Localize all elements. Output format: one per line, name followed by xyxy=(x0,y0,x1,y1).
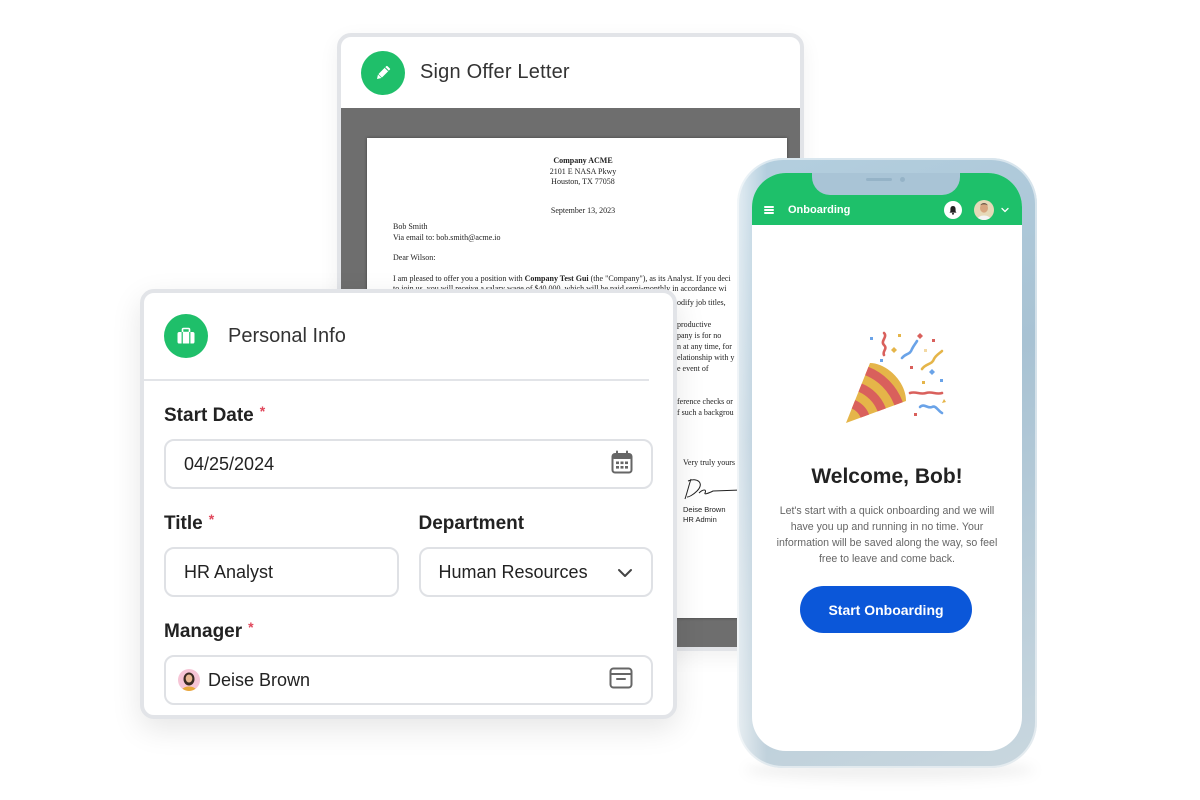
start-date-input[interactable]: 04/25/2024 xyxy=(164,439,653,489)
letter-fragment xyxy=(677,375,734,386)
para1-company: Company Test Gui xyxy=(524,273,589,283)
manager-value: Deise Brown xyxy=(208,669,311,690)
notifications-button[interactable] xyxy=(944,201,962,219)
start-date-label: Start Date * xyxy=(164,403,653,427)
recipient-name: Bob Smith xyxy=(393,222,428,231)
welcome-message: Let's start with a quick onboarding and … xyxy=(776,505,998,565)
personal-info-header: Personal Info xyxy=(144,293,673,379)
salutation: Dear Wilson: xyxy=(393,253,436,262)
letter-fragment xyxy=(677,309,734,320)
manager-label-text: Manager xyxy=(164,621,243,642)
signer-name: Deise Brown xyxy=(683,504,726,514)
manager-label: Manager * xyxy=(164,619,653,643)
personal-info-title: Personal Info xyxy=(228,324,346,347)
manager-input[interactable]: Deise Brown xyxy=(164,655,653,705)
personal-info-card: Personal Info Start Date * 04/25/2024 Ti… xyxy=(140,289,677,719)
required-asterisk: * xyxy=(259,403,266,419)
letter-fragment: productive xyxy=(677,320,712,329)
signer-title: HR Admin xyxy=(683,514,717,524)
header-divider xyxy=(144,379,649,381)
letter-fragment: n at any time, for xyxy=(677,342,732,351)
personal-info-form: Start Date * 04/25/2024 Title * HR Analy… xyxy=(144,403,673,705)
app-title: Onboarding xyxy=(788,204,851,216)
offer-letter-title: Sign Offer Letter xyxy=(420,61,570,83)
title-label: Title * xyxy=(164,511,399,535)
notch-camera xyxy=(900,177,905,182)
title-label-text: Title xyxy=(164,513,203,534)
title-input[interactable]: HR Analyst xyxy=(164,547,399,597)
start-date-value: 04/25/2024 xyxy=(184,453,275,474)
welcome-title: Welcome, Bob! xyxy=(811,465,963,488)
letter-fragment: f such a backgrou xyxy=(677,408,734,417)
notch-speaker xyxy=(866,178,892,181)
briefcase-icon xyxy=(164,314,208,358)
user-avatar[interactable] xyxy=(974,200,994,220)
party-popper-icon xyxy=(846,331,946,423)
department-select[interactable]: Human Resources xyxy=(418,547,653,597)
closing-line: Very truly yours xyxy=(683,458,735,467)
start-onboarding-button[interactable]: Start Onboarding xyxy=(800,586,972,633)
letter-fragment: e event of xyxy=(677,364,709,373)
department-field: Department Human Resources xyxy=(418,489,654,597)
letter-fragment: pany is for no xyxy=(677,331,722,340)
letter-date: September 13, 2023 xyxy=(550,205,616,215)
recipient-block: Bob Smith Via email to: bob.smith@acme.i… xyxy=(393,222,787,243)
pencil-icon xyxy=(361,50,405,95)
manager-avatar xyxy=(178,669,200,691)
app-bar: Onboarding xyxy=(752,173,1022,225)
chevron-down-icon[interactable] xyxy=(1000,205,1010,215)
letter-fragment xyxy=(677,386,734,397)
bell-icon xyxy=(949,206,957,215)
signature-image xyxy=(684,478,742,499)
phone-screen: Onboarding Welcome, Bob! Let's start wit… xyxy=(752,173,1022,751)
letterhead-company: Company ACME xyxy=(553,156,613,165)
chevron-down-icon[interactable] xyxy=(617,562,633,583)
required-asterisk: * xyxy=(248,619,254,635)
title-field: Title * HR Analyst xyxy=(164,489,399,597)
department-label: Department xyxy=(419,513,654,535)
department-label-text: Department xyxy=(418,513,525,534)
letter-fragment: ference checks or xyxy=(677,397,733,406)
hamburger-menu-icon[interactable] xyxy=(764,206,774,214)
para1-prefix: I am pleased to offer you a position wit… xyxy=(393,273,525,283)
letterhead: Company ACME 2101 E NASA Pkwy Houston, T… xyxy=(393,156,773,216)
app-bar-row: Onboarding xyxy=(752,198,1022,222)
letter-fragment: elationship with y xyxy=(677,353,735,362)
para1-suffix: (the "Company"), as its Analyst. If you … xyxy=(588,273,731,283)
letterhead-address-1: 2101 E NASA Pkwy xyxy=(549,166,617,176)
department-value: Human Resources xyxy=(438,561,588,582)
recipient-email: Via email to: bob.smith@acme.io xyxy=(393,232,501,242)
title-department-row: Title * HR Analyst Department Human Reso… xyxy=(164,489,653,597)
phone-frame: Onboarding Welcome, Bob! Let's start wit… xyxy=(737,158,1037,768)
calendar-icon[interactable] xyxy=(611,450,633,479)
required-asterisk: * xyxy=(208,511,215,527)
phone-notch xyxy=(812,173,960,195)
archive-icon[interactable] xyxy=(609,667,633,694)
letter-body-fragments: odify job titles, productive pany is for… xyxy=(677,298,734,419)
start-date-label-text: Start Date xyxy=(164,405,254,426)
letter-signoff: Very truly yours Deise Brown HR Admin xyxy=(683,458,743,525)
title-value: HR Analyst xyxy=(184,561,274,582)
offer-letter-header: Sign Offer Letter xyxy=(341,37,800,108)
letterhead-address-2: Houston, TX 77058 xyxy=(551,177,615,186)
letter-fragment: odify job titles, xyxy=(677,298,726,307)
